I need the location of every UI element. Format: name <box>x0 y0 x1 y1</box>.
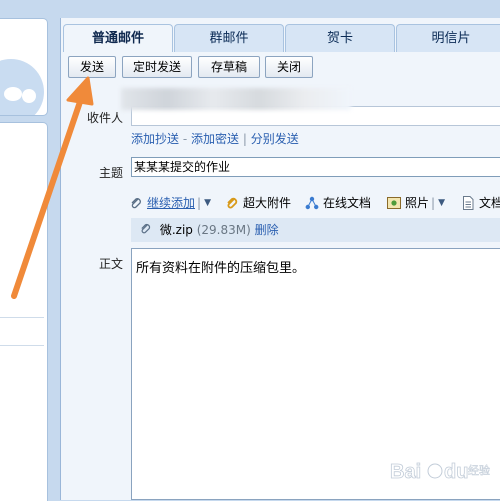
compose-tabbar: 普通邮件 群邮件 贺卡 明信片 <box>61 18 500 52</box>
close-button[interactable]: 关闭 <box>265 56 313 78</box>
attached-file-row: 微.zip (29.83M) 删除 <box>131 218 500 242</box>
sidebar-divider <box>0 345 44 346</box>
link-separator: | <box>242 132 247 146</box>
tab-group-mail[interactable]: 群邮件 <box>174 24 284 52</box>
tab-normal-mail[interactable]: 普通邮件 <box>63 24 173 52</box>
sidebar-folder-panel <box>0 122 48 501</box>
big-attachment-button[interactable]: 超大附件 <box>225 194 291 211</box>
send-button[interactable]: 发送 <box>68 56 116 78</box>
gold-paperclip-icon <box>225 196 239 210</box>
continue-add-label[interactable]: 继续添加 <box>147 194 195 211</box>
paperclip-icon <box>139 219 152 243</box>
attachment-size: (29.83M) <box>196 223 251 237</box>
share-nodes-icon <box>305 196 319 210</box>
svg-text:Bai: Bai <box>390 461 421 483</box>
tab-greeting-card[interactable]: 贺卡 <box>285 24 395 52</box>
delete-attachment-link[interactable]: 删除 <box>255 223 279 237</box>
svg-text:经验: 经验 <box>468 463 490 477</box>
save-draft-button[interactable]: 存草稿 <box>198 56 260 78</box>
document-label: 文档 <box>479 196 500 210</box>
redacted-recipient <box>121 88 351 110</box>
chevron-down-icon[interactable]: ▼ <box>204 198 211 208</box>
body-text: 所有资料在附件的压缩包里。 <box>136 261 306 276</box>
compose-panel: 普通邮件 群邮件 贺卡 明信片 发送 定时发送 存草稿 关闭 收件人 添加抄送 … <box>60 18 500 500</box>
toolbar-separator: | <box>431 195 436 210</box>
document-button[interactable]: 文档 <box>461 194 500 211</box>
photo-label: 照片 <box>405 196 430 210</box>
attachment-filename: 微.zip <box>159 223 193 237</box>
recipient-label: 收件人 <box>86 111 123 125</box>
body-label: 正文 <box>98 257 123 271</box>
chevron-down-icon[interactable]: ▼ <box>438 198 445 208</box>
continue-add-attachment[interactable]: 继续添加 | ▼ <box>129 194 211 211</box>
document-icon <box>461 195 475 210</box>
cc-links: 添加抄送 - 添加密送 | 分别发送 <box>131 130 299 147</box>
link-separator: - <box>182 132 188 146</box>
subject-label: 主题 <box>98 166 123 180</box>
big-attachment-label: 超大附件 <box>243 196 292 210</box>
separate-send-link[interactable]: 分别发送 <box>251 132 299 146</box>
add-bcc-link[interactable]: 添加密送 <box>191 132 239 146</box>
scheduled-send-button[interactable]: 定时发送 <box>122 56 192 78</box>
toolbar-separator: | <box>197 195 202 210</box>
online-doc-button[interactable]: 在线文档 <box>305 194 371 211</box>
compose-toolbar: 发送 定时发送 存草稿 关闭 <box>61 52 500 82</box>
photo-button[interactable]: 照片 | ▼ <box>387 194 445 211</box>
sidebar-top-panel <box>0 18 48 116</box>
online-doc-label: 在线文档 <box>323 196 372 210</box>
paperclip-icon <box>129 196 143 210</box>
photo-icon <box>387 196 401 210</box>
subject-input[interactable]: 某某某提交的作业 <box>131 157 500 177</box>
sidebar-divider <box>0 317 44 318</box>
baidu-watermark: Bai du 经验 <box>388 452 496 492</box>
add-cc-link[interactable]: 添加抄送 <box>131 132 179 146</box>
tab-postcard[interactable]: 明信片 <box>396 24 500 52</box>
mailbox-logo-icon <box>0 59 44 115</box>
svg-text:du: du <box>444 461 468 483</box>
